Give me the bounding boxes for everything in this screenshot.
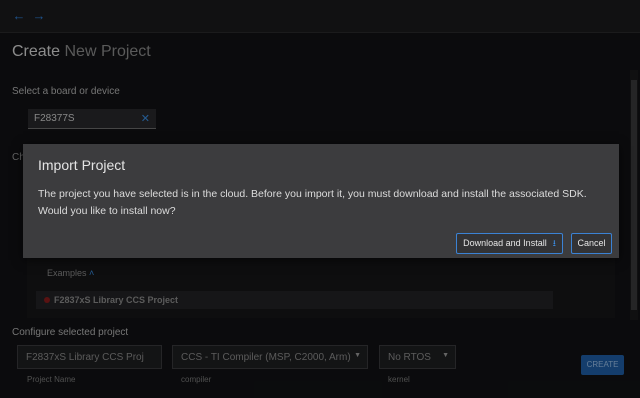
import-project-dialog: Import Project The project you have sele…: [23, 144, 619, 258]
download-and-install-label: Download and Install: [463, 238, 547, 248]
download-and-install-button[interactable]: Download and Install ⭳: [456, 233, 563, 254]
download-icon: ⭳: [552, 238, 556, 248]
dialog-title: Import Project: [38, 157, 126, 173]
cancel-button[interactable]: Cancel: [571, 233, 612, 254]
dialog-message: The project you have selected is in the …: [38, 188, 587, 217]
